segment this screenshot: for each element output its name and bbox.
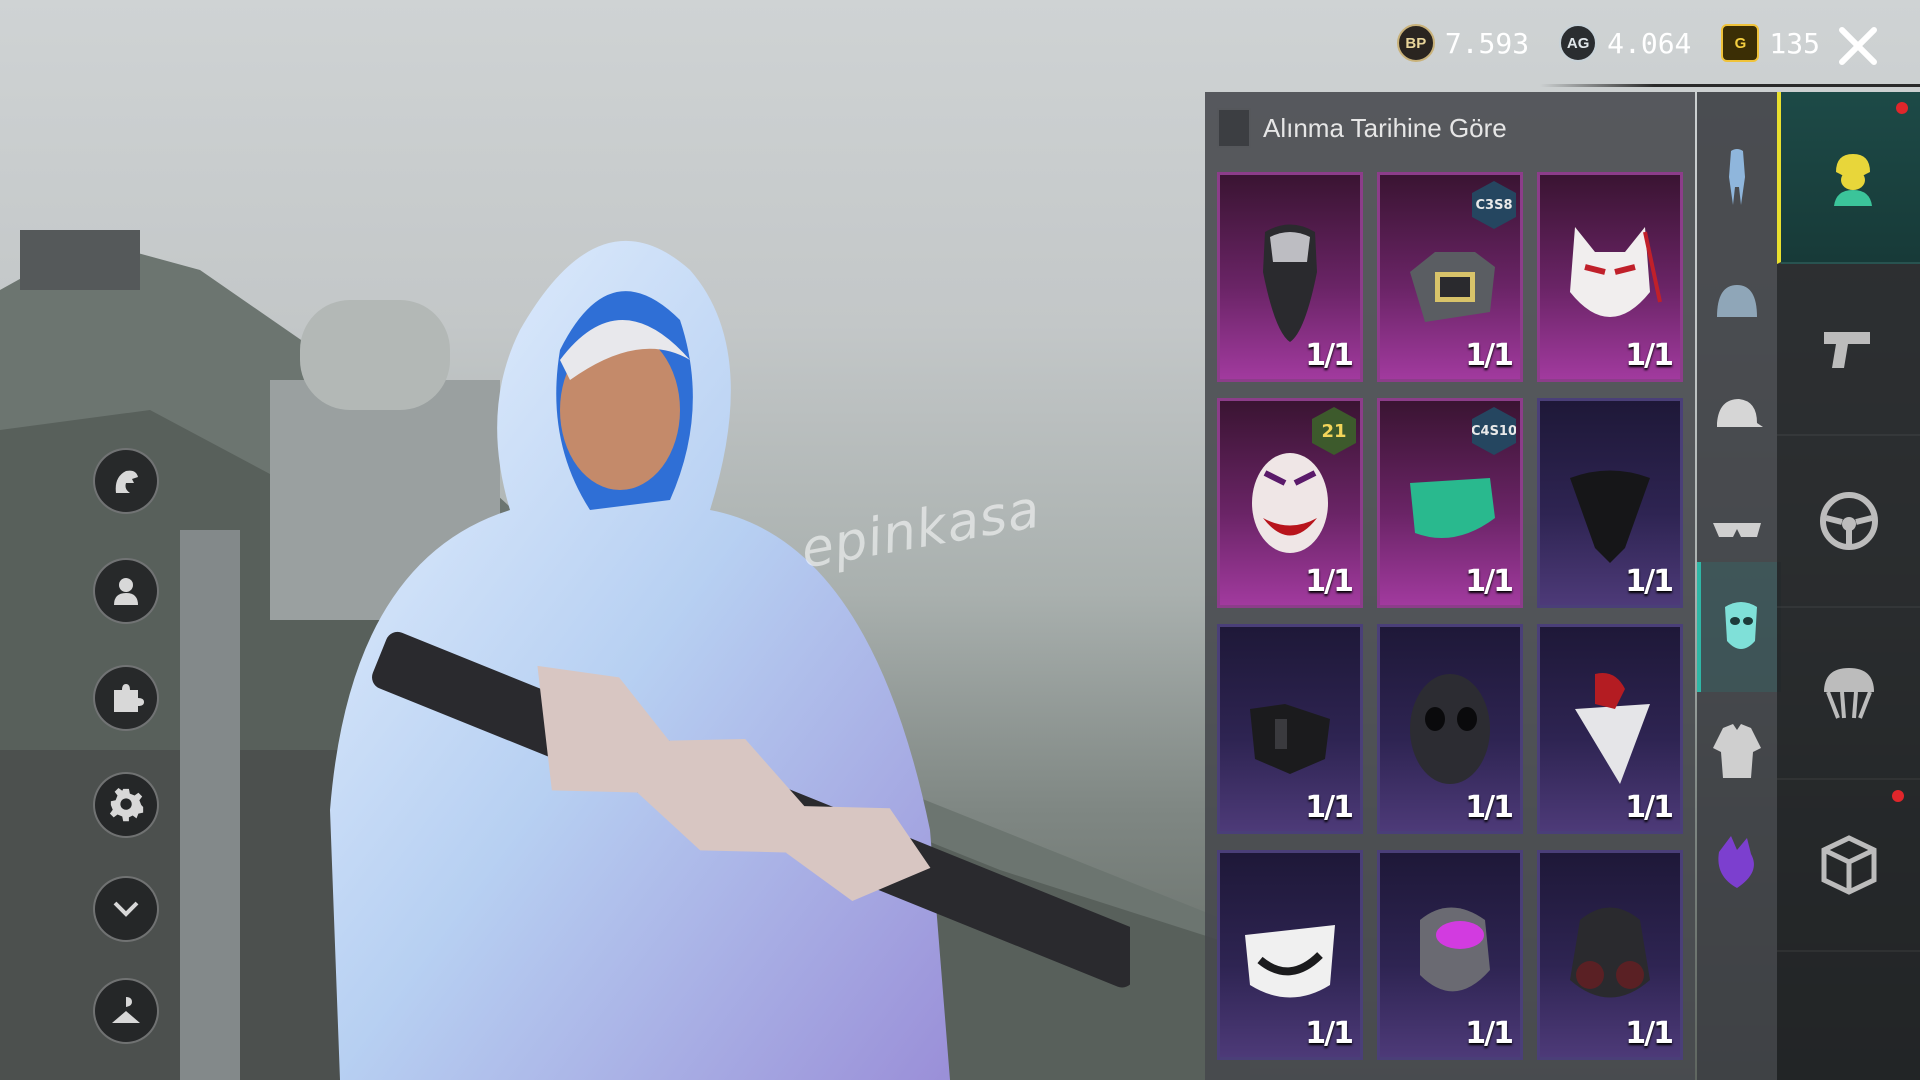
pistol-tab-icon: [1823, 332, 1870, 368]
inventory-item-card[interactable]: 21 1/1: [1217, 398, 1363, 608]
category-outfit[interactable]: [1697, 112, 1777, 242]
bp-coin-icon: BP: [1396, 24, 1435, 62]
sort-checkbox[interactable]: [1217, 108, 1251, 148]
inventory-item-card[interactable]: 1/1: [1537, 172, 1683, 382]
jacket-icon: [1713, 724, 1761, 778]
notification-dot: [1892, 790, 1904, 802]
category-column: [1697, 92, 1781, 1080]
character-tab[interactable]: [1777, 92, 1920, 264]
pistol-tab[interactable]: [1777, 264, 1920, 436]
black-bandana-icon: [1570, 470, 1650, 563]
parachute-tab-icon: [1823, 668, 1874, 719]
glasses-icon: [1713, 523, 1761, 537]
item-quantity: 1/1: [1305, 338, 1354, 373]
item-quantity: 1/1: [1305, 1016, 1354, 1051]
item-grid: 1/1 C3S8 1/1 1/1 21 1/1 C4S10 1/1 1/1 1/1 1/1 1/1 1/…: [1217, 172, 1683, 1060]
currency-bar: BP 7.593 AG 4.064 G 135: [1396, 24, 1840, 62]
item-quantity: 1/1: [1465, 790, 1514, 825]
outfit-icon: [1729, 149, 1745, 205]
sort-toggle[interactable]: Alınma Tarihine Göre: [1217, 108, 1507, 148]
fox-kitsune-mask-icon: [1570, 227, 1662, 317]
pink-cyber-mask-icon: [1420, 907, 1490, 992]
item-quantity: 1/1: [1465, 564, 1514, 599]
crate-tab[interactable]: [1777, 780, 1920, 952]
avatar-eagle-icon[interactable]: [93, 448, 159, 514]
category-mascot[interactable]: [1697, 797, 1777, 927]
skull-bandana-mask-icon: [1263, 224, 1317, 342]
chevron-down-icon[interactable]: [93, 876, 159, 942]
ag-coin-icon: AG: [1559, 24, 1598, 62]
inventory-item-card[interactable]: 1/1: [1217, 624, 1363, 834]
green-face-mask-icon: [1410, 478, 1495, 538]
item-quantity: 1/1: [1625, 338, 1674, 373]
item-quantity: 1/1: [1625, 1016, 1674, 1051]
inventory-item-card[interactable]: 1/1: [1377, 624, 1523, 834]
parachute-tab[interactable]: [1777, 608, 1920, 780]
inventory-item-card[interactable]: 1/1: [1377, 850, 1523, 1060]
cap-icon: [1717, 399, 1763, 427]
helmet-icon: [1717, 285, 1757, 317]
bp-amount: 7.593: [1444, 26, 1530, 60]
inventory-item-card[interactable]: 1/1: [1217, 850, 1363, 1060]
crate-tab-icon: [1821, 835, 1876, 895]
puzzle-icon[interactable]: [93, 665, 159, 731]
item-quantity: 1/1: [1625, 564, 1674, 599]
smile-face-mask-icon: [1245, 925, 1335, 998]
inventory-item-card[interactable]: 1/1: [1537, 398, 1683, 608]
wardrobe-hanger-icon[interactable]: [93, 978, 159, 1044]
inventory-item-card[interactable]: 1/1: [1537, 850, 1683, 1060]
item-quantity: 1/1: [1465, 338, 1514, 373]
inventory-item-card[interactable]: C3S8 1/1: [1377, 172, 1523, 382]
steering-wheel-tab[interactable]: [1777, 436, 1920, 608]
item-quantity: 1/1: [1305, 564, 1354, 599]
item-quantity: 1/1: [1305, 790, 1354, 825]
header-divider: [1540, 84, 1920, 87]
category-face-mask[interactable]: [1697, 562, 1781, 692]
character-tab-icon: [1833, 154, 1872, 206]
close-icon[interactable]: [1834, 22, 1882, 70]
settings-gear-icon[interactable]: [93, 772, 159, 838]
inventory-item-card[interactable]: 1/1: [1537, 624, 1683, 834]
face-mask-icon: [1725, 602, 1757, 649]
ag-amount: 4.064: [1607, 26, 1692, 60]
dark-skull-mask-icon: [1410, 674, 1490, 784]
uc-coin-icon: G: [1721, 24, 1760, 62]
joker-mask-icon: [1252, 453, 1328, 553]
inventory-panel: Alınma Tarihine Göre 1/1 C3S8 1/1 1/1 21 1/1 C…: [1205, 92, 1695, 1080]
inventory-item-card[interactable]: C4S10 1/1: [1377, 398, 1523, 608]
profile-icon[interactable]: [93, 558, 159, 624]
item-quantity: 1/1: [1625, 790, 1674, 825]
mascot-icon: [1718, 836, 1754, 888]
tactical-mouth-guard-icon: [1250, 704, 1330, 774]
main-tabs-column: [1777, 92, 1920, 1080]
gas-mask-icon: [1570, 907, 1650, 998]
item-quantity: 1/1: [1465, 1016, 1514, 1051]
uc-amount: 135: [1769, 26, 1820, 60]
sort-label: Alınma Tarihine Göre: [1263, 112, 1507, 143]
white-red-bandana-icon: [1575, 673, 1650, 784]
inventory-item-card[interactable]: 1/1: [1217, 172, 1363, 382]
character-model: [330, 240, 1130, 1080]
notification-dot: [1896, 102, 1908, 114]
steering-wheel-tab-icon: [1819, 492, 1878, 550]
respirator-mask-icon: [1410, 252, 1495, 322]
